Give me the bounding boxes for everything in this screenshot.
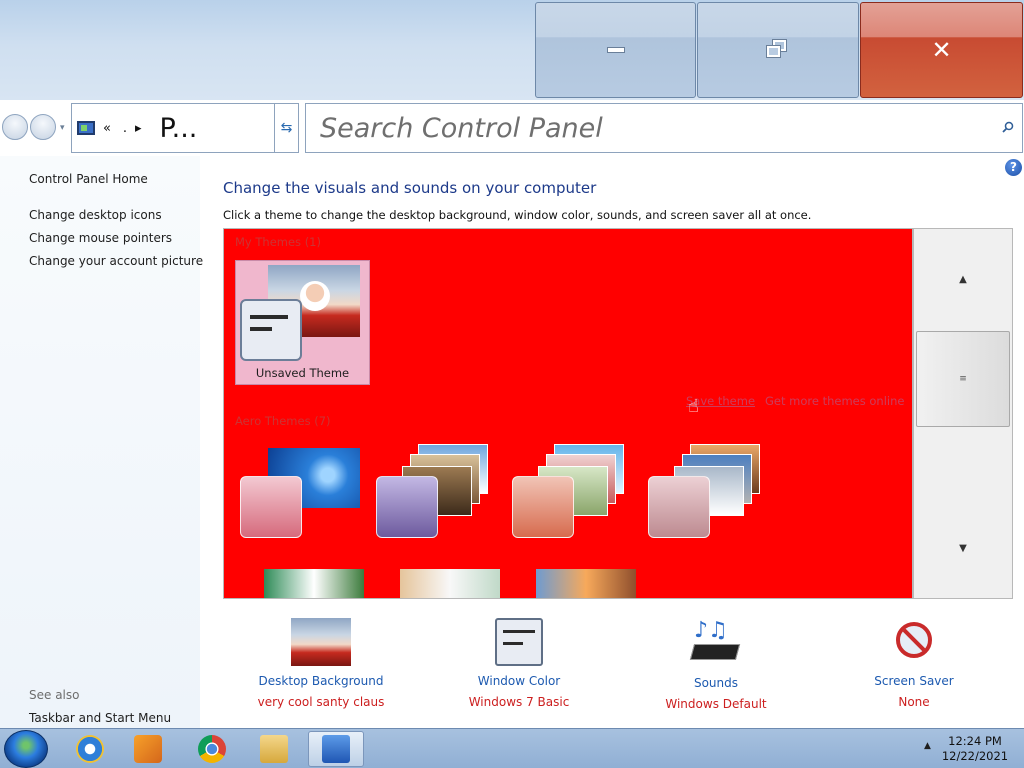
minimize-icon — [606, 47, 625, 53]
sidebar: Control Panel Home Change desktop icons … — [0, 156, 203, 728]
theme-tile-architecture[interactable] — [372, 444, 492, 544]
theme-list-scrollbar[interactable]: ▲ ≡ ▼ — [913, 228, 1013, 599]
refresh-button[interactable]: ⇆ — [274, 103, 299, 153]
taskbar-control-panel[interactable] — [308, 731, 364, 767]
taskbar-internet-explorer[interactable] — [62, 731, 118, 767]
breadcrumb-overflow[interactable]: « — [103, 121, 111, 136]
back-button[interactable] — [2, 114, 28, 140]
theme-tile-nature[interactable] — [264, 569, 364, 598]
sidebar-item-change-account-picture[interactable]: Change your account picture — [29, 254, 203, 268]
theme-tile-landscapes[interactable] — [644, 444, 764, 544]
grip-icon: ≡ — [959, 374, 967, 384]
arrow-up-icon: ▲ — [959, 273, 967, 285]
close-button[interactable]: ✕ — [860, 2, 1023, 98]
setting-title[interactable]: Screen Saver — [839, 674, 989, 688]
breadcrumb-arrow-icon[interactable]: ▸ — [135, 121, 142, 136]
minimize-button[interactable] — [535, 2, 696, 98]
title-bar: ✕ ▾ « . ▸ P... ▾ ⇆ — [0, 0, 1024, 153]
theme-tile-characters[interactable] — [508, 444, 628, 544]
breadcrumb-current[interactable]: P... — [160, 113, 198, 144]
theme-tile-unsaved[interactable]: Unsaved Theme — [235, 260, 370, 385]
santa-face — [300, 281, 330, 311]
clock-date: 12/22/2021 — [941, 749, 1009, 763]
taskbar: ▲ 12:24 PM 12/22/2021 — [0, 728, 1024, 768]
media-player-icon — [134, 735, 162, 763]
setting-value: None — [898, 695, 930, 709]
help-icon[interactable]: ? — [1005, 159, 1022, 176]
theme-tile-scenes[interactable] — [400, 569, 500, 598]
page-title: Change the visuals and sounds on your co… — [223, 179, 597, 197]
sounds-icon: ♪♫ — [689, 618, 742, 668]
screen-saver-icon — [890, 618, 938, 666]
arrow-down-icon: ▼ — [959, 542, 967, 554]
setting-title[interactable]: Window Color — [444, 674, 594, 688]
sounds-setting[interactable]: ♪♫ Sounds Windows Default — [641, 618, 791, 711]
search-box[interactable] — [305, 103, 1023, 153]
chrome-icon — [198, 735, 226, 763]
taskbar-media-player[interactable] — [120, 731, 176, 767]
restore-button[interactable] — [697, 2, 859, 98]
setting-value: very cool santy claus — [257, 695, 385, 709]
search-icon[interactable] — [1002, 121, 1014, 133]
theme-tile-windows-7[interactable] — [236, 444, 360, 544]
start-button[interactable] — [4, 730, 48, 768]
setting-value: Windows Default — [665, 697, 767, 711]
internet-explorer-icon — [76, 735, 104, 763]
window-color-thumbnail — [240, 299, 302, 361]
theme-list[interactable]: My Themes (1) Unsaved Theme Save theme G… — [223, 228, 913, 599]
aero-color-swatch — [240, 476, 302, 538]
screen-saver-setting[interactable]: Screen Saver None — [839, 618, 989, 709]
navigation-buttons: ▾ — [2, 114, 70, 142]
file-explorer-icon — [260, 735, 288, 763]
show-hidden-icons-icon[interactable]: ▲ — [924, 741, 931, 751]
desktop-background-icon — [291, 618, 351, 666]
scroll-up-button[interactable]: ▲ — [914, 229, 1012, 329]
sidebar-item-change-mouse-pointers[interactable]: Change mouse pointers — [29, 231, 172, 245]
system-clock[interactable]: 12:24 PM 12/22/2021 — [938, 734, 1012, 764]
sidebar-item-change-desktop-icons[interactable]: Change desktop icons — [29, 208, 162, 222]
theme-tile-united-states[interactable] — [536, 569, 636, 598]
scroll-thumb[interactable]: ≡ — [916, 331, 1010, 427]
sidebar-item-control-panel-home[interactable]: Control Panel Home — [29, 172, 148, 186]
sidebar-item-taskbar-start-menu[interactable]: Taskbar and Start Menu — [29, 711, 171, 725]
taskbar-file-explorer[interactable] — [246, 731, 302, 767]
search-input[interactable] — [320, 112, 980, 144]
setting-title[interactable]: Desktop Background — [246, 674, 396, 688]
aero-color-swatch — [512, 476, 574, 538]
close-icon: ✕ — [931, 36, 952, 64]
see-also-label: See also — [29, 688, 80, 702]
aero-themes-label: Aero Themes (7) — [235, 414, 331, 428]
breadcrumb-item[interactable]: . — [119, 121, 127, 136]
address-bar[interactable]: « . ▸ P... ▾ — [71, 103, 298, 153]
clock-time: 12:24 PM — [948, 734, 1002, 748]
setting-title[interactable]: Sounds — [641, 676, 791, 690]
control-panel-icon — [322, 735, 350, 763]
window-color-icon — [495, 618, 543, 666]
theme-name: Unsaved Theme — [255, 366, 350, 380]
refresh-icon: ⇆ — [280, 120, 293, 136]
taskbar-chrome[interactable] — [184, 731, 240, 767]
my-themes-label: My Themes (1) — [235, 235, 321, 249]
desktop-background-setting[interactable]: Desktop Background very cool santy claus — [246, 618, 396, 709]
control-panel-icon — [77, 121, 95, 135]
aero-color-swatch — [648, 476, 710, 538]
content-area: Control Panel Home Change desktop icons … — [0, 156, 1024, 728]
page-description: Click a theme to change the desktop back… — [223, 208, 812, 222]
scroll-down-button[interactable]: ▼ — [914, 498, 1012, 598]
hand-cursor-icon: ☝ — [688, 396, 699, 417]
get-more-themes-link[interactable]: Get more themes online — [765, 394, 904, 408]
setting-value: Windows 7 Basic — [468, 695, 570, 709]
recent-pages-dropdown-icon[interactable]: ▾ — [60, 123, 65, 133]
aero-color-swatch — [376, 476, 438, 538]
window-color-setting[interactable]: Window Color Windows 7 Basic — [444, 618, 594, 709]
forward-button[interactable] — [30, 114, 56, 140]
restore-icon — [766, 39, 789, 60]
